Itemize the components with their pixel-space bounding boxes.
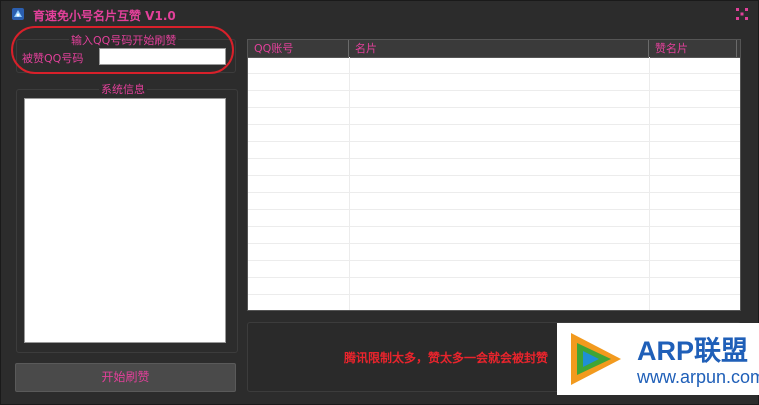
- status-message: 腾讯限制太多，赞太多一会就会被封赞: [344, 351, 549, 365]
- column-divider: [649, 57, 650, 310]
- app-icon: [12, 8, 24, 20]
- watermark-overlay: ARP联盟 www.arpun.com: [557, 323, 759, 395]
- table-header: QQ账号 名片 赞名片: [248, 40, 740, 58]
- start-button[interactable]: 开始刷赞: [15, 363, 236, 392]
- column-divider: [349, 57, 350, 310]
- table-body: [248, 57, 740, 310]
- column-header-qq[interactable]: QQ账号: [248, 40, 349, 57]
- sysinfo-textarea[interactable]: [24, 98, 226, 343]
- watermark-url: www.arpun.com: [637, 367, 759, 387]
- watermark-brand: ARP联盟: [637, 336, 749, 366]
- qq-number-input[interactable]: [99, 48, 226, 65]
- column-header-like-card[interactable]: 赞名片: [649, 40, 737, 57]
- play-logo-icon: [571, 333, 621, 385]
- app-window: 育速免小号名片互赞 V1.0 输入QQ号码开始刷赞 被赞QQ号码 系统信息 开始…: [0, 0, 759, 405]
- column-header-card[interactable]: 名片: [349, 40, 649, 57]
- results-table[interactable]: QQ账号 名片 赞名片: [247, 39, 741, 311]
- title-bar: 育速免小号名片互赞 V1.0: [1, 1, 758, 27]
- qq-group-caption: 输入QQ号码开始刷赞: [69, 32, 179, 48]
- window-title: 育速免小号名片互赞 V1.0: [33, 9, 176, 23]
- close-icon[interactable]: [734, 6, 750, 22]
- qq-field-label: 被赞QQ号码: [22, 52, 84, 65]
- sysinfo-caption: 系统信息: [99, 81, 147, 97]
